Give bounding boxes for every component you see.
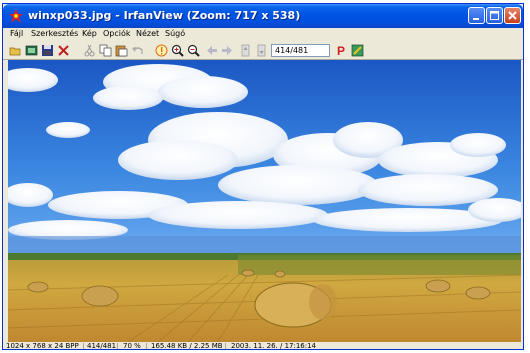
copy-icon[interactable] bbox=[99, 44, 112, 57]
save-icon[interactable] bbox=[41, 44, 54, 57]
minimize-button[interactable] bbox=[468, 7, 485, 24]
window-title: winxp033.jpg - IrfanView (Zoom: 717 x 53… bbox=[28, 9, 301, 22]
wheat-field-photo bbox=[8, 60, 521, 342]
title-bar[interactable]: winxp033.jpg - IrfanView (Zoom: 717 x 53… bbox=[3, 4, 523, 28]
undo-icon[interactable] bbox=[131, 44, 144, 57]
status-divider bbox=[117, 343, 118, 349]
irfanview-app-icon bbox=[8, 8, 24, 24]
svg-text:P: P bbox=[337, 44, 345, 57]
menu-file[interactable]: Fájl bbox=[10, 29, 23, 38]
menu-bar: Fájl Szerkesztés Kép Opciók Nézet Súgó bbox=[3, 28, 523, 42]
status-dimensions: 1024 x 768 x 24 BPP bbox=[6, 342, 79, 350]
print-icon[interactable]: P bbox=[335, 44, 348, 57]
open-folder-icon[interactable] bbox=[9, 44, 22, 57]
zoom-in-icon[interactable] bbox=[171, 44, 184, 57]
menu-edit[interactable]: Szerkesztés bbox=[31, 29, 78, 38]
menu-image[interactable]: Kép bbox=[82, 29, 97, 38]
prev-icon[interactable] bbox=[205, 44, 218, 57]
first-icon[interactable] bbox=[239, 44, 252, 57]
paint-icon[interactable] bbox=[351, 44, 364, 57]
paste-icon[interactable] bbox=[115, 44, 128, 57]
irfanview-window: winxp033.jpg - IrfanView (Zoom: 717 x 53… bbox=[2, 3, 524, 350]
toolbar: 414/481 P bbox=[3, 42, 523, 60]
status-bar: 1024 x 768 x 24 BPP 414/481 70 % 165.48 … bbox=[3, 342, 523, 350]
slideshow-icon[interactable] bbox=[25, 44, 38, 57]
status-divider bbox=[83, 343, 84, 349]
status-zoom: 70 % bbox=[123, 342, 141, 350]
cut-icon[interactable] bbox=[83, 44, 96, 57]
last-icon[interactable] bbox=[255, 44, 268, 57]
page-number-field[interactable]: 414/481 bbox=[271, 44, 330, 57]
menu-help[interactable]: Súgó bbox=[165, 29, 185, 38]
status-divider bbox=[146, 343, 147, 349]
menu-view[interactable]: Nézet bbox=[136, 29, 159, 38]
status-filesize: 165.48 KB / 2.25 MB bbox=[151, 342, 223, 350]
menu-options[interactable]: Opciók bbox=[103, 29, 131, 38]
status-index: 414/481 bbox=[87, 342, 117, 350]
zoom-out-icon[interactable] bbox=[187, 44, 200, 57]
maximize-button[interactable] bbox=[486, 7, 503, 24]
status-datetime: 2003. 11. 26. / 17:16:14 bbox=[231, 342, 317, 350]
info-icon[interactable] bbox=[155, 44, 168, 57]
close-button[interactable] bbox=[504, 7, 521, 24]
delete-icon[interactable] bbox=[57, 44, 70, 57]
status-divider bbox=[225, 343, 226, 349]
next-icon[interactable] bbox=[221, 44, 234, 57]
image-canvas[interactable] bbox=[8, 60, 521, 342]
